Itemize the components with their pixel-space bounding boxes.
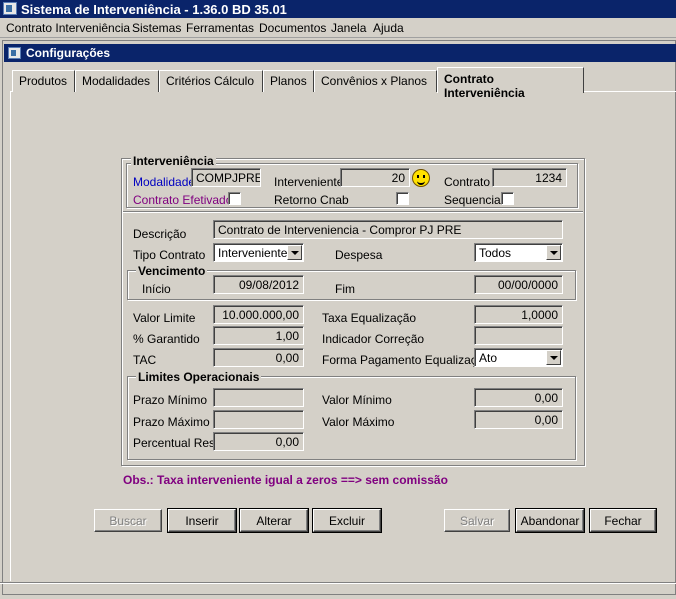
fim-label: Fim [335,282,355,296]
interveniente-label: Interveniente [274,175,344,189]
bottom-divider [0,582,676,583]
menu-ferramentas[interactable]: Ferramentas [186,21,254,35]
sequencial-label: Sequencial [444,193,504,207]
modalidade-label: Modalidade [133,175,196,189]
tab-criterios-calculo[interactable]: Critérios Cálculo [159,70,263,92]
valor-minimo-label: Valor Mínimo [322,393,392,407]
smiley-icon[interactable] [412,169,430,187]
menu-documentos[interactable]: Documentos [259,21,326,35]
contrato-field[interactable]: 1234 [492,168,567,187]
buscar-button[interactable]: Buscar [94,509,162,532]
prazo-minimo-label: Prazo Mínimo [133,393,208,407]
modalidade-field[interactable]: COMPJPRE [191,168,261,187]
valor-minimo-field[interactable]: 0,00 [474,388,563,407]
descricao-label: Descrição [133,227,187,241]
interveniente-field[interactable]: 20 [340,168,410,187]
abandonar-button[interactable]: Abandonar [516,509,584,532]
tab-modalidades[interactable]: Modalidades [75,70,159,92]
interveniencia-group-title: Interveniência [131,154,216,168]
inicio-field[interactable]: 09/08/2012 [213,275,304,294]
excluir-button[interactable]: Excluir [313,509,381,532]
contrato-label: Contrato [444,175,491,189]
tipo-contrato-label: Tipo Contrato [133,248,206,262]
percentual-resp-label: Percentual Resp [133,436,222,450]
forma-pagamento-value: Ato [479,351,498,365]
despesa-label: Despesa [335,248,383,262]
sequencial-checkbox[interactable] [501,192,514,205]
tipo-contrato-select[interactable]: Interveniente [213,243,304,262]
contrato-efetivado-checkbox[interactable] [228,192,241,205]
menu-janela[interactable]: Janela [331,21,366,35]
fechar-button[interactable]: Fechar [590,509,656,532]
valor-maximo-label: Valor Máximo [322,415,395,429]
menu-ajuda[interactable]: Ajuda [373,21,404,35]
menu-sistemas[interactable]: Sistemas [132,21,181,35]
menu-bar: Contrato Interveniência Sistemas Ferrame… [0,18,676,38]
garantido-label: % Garantido [133,332,200,346]
despesa-select[interactable]: Todos [474,243,563,262]
salvar-button[interactable]: Salvar [444,509,510,532]
retorno-cnab-checkbox[interactable] [396,192,409,205]
percentual-resp-field[interactable]: 0,00 [213,432,304,451]
app-title: Sistema de Interveniência - 1.36.0 BD 35… [21,2,287,17]
garantido-field[interactable]: 1,00 [213,326,304,345]
taxa-equalizacao-field[interactable]: 1,0000 [474,305,563,324]
retorno-cnab-label: Retorno Cnab [274,193,349,207]
configuracoes-title-bar: Configurações [4,44,676,62]
descricao-field[interactable]: Contrato de Interveniencia - Compror PJ … [213,220,563,239]
chevron-down-icon[interactable] [546,350,561,365]
tab-convenios-planos[interactable]: Convênios x Planos [314,70,437,92]
app-title-bar: Sistema de Interveniência - 1.36.0 BD 35… [0,0,676,18]
app-icon [3,2,17,15]
contrato-efetivado-label: Contrato Efetivado [133,193,233,207]
valor-maximo-field[interactable]: 0,00 [474,410,563,429]
configuracoes-title: Configurações [26,46,111,60]
prazo-minimo-field[interactable] [213,388,304,407]
prazo-maximo-label: Prazo Máximo [133,415,210,429]
prazo-maximo-field[interactable] [213,410,304,429]
vencimento-group-title: Vencimento [136,264,208,278]
taxa-equalizacao-label: Taxa Equalização [322,311,417,325]
tab-planos[interactable]: Planos [263,70,314,92]
inserir-button[interactable]: Inserir [168,509,236,532]
indicador-correcao-label: Indicador Correção [322,332,425,346]
forma-pagamento-label: Forma Pagamento Equalização [322,353,491,367]
window-icon [8,47,21,59]
chevron-down-icon[interactable] [546,245,561,260]
tab-contrato-interveniencia[interactable]: Contrato Interveniência [437,67,584,100]
chevron-down-icon[interactable] [287,245,302,260]
limites-group-title: Limites Operacionais [136,370,262,384]
valor-limite-label: Valor Limite [133,311,196,325]
tac-label: TAC [133,353,157,367]
separator [123,211,583,212]
forma-pagamento-select[interactable]: Ato [474,348,563,367]
tab-produtos[interactable]: Produtos [12,70,75,92]
despesa-value: Todos [479,246,512,260]
indicador-correcao-field[interactable] [474,326,563,345]
fim-field[interactable]: 00/00/0000 [474,275,563,294]
obs-note: Obs.: Taxa interveniente igual a zeros =… [123,473,448,487]
inicio-label: Início [142,282,171,296]
alterar-button[interactable]: Alterar [240,509,308,532]
menu-contrato-interveniencia[interactable]: Contrato Interveniência [6,21,130,35]
tipo-contrato-value: Interveniente [218,246,288,260]
tac-field[interactable]: 0,00 [213,348,304,367]
valor-limite-field[interactable]: 10.000.000,00 [213,305,304,324]
